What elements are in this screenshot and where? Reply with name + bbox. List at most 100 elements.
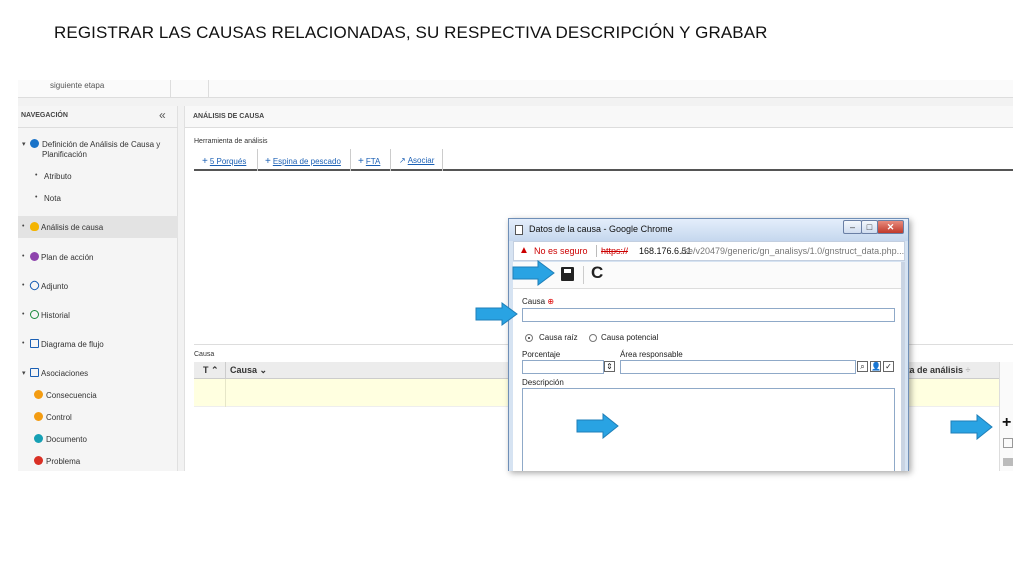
annotation-arrow-icon [512,260,555,286]
radio-label: Causa potencial [601,333,659,342]
percent-input[interactable] [522,360,604,374]
user-icon[interactable]: 👤 [870,361,881,372]
annotation-arrow-icon [475,302,518,326]
sidebar-item-label: Asociaciones [41,369,89,378]
tab-label: FTA [365,157,381,166]
divider [170,80,171,98]
sidebar-item-label: Control [46,413,72,422]
causa-field-label: Causa ⊕ [522,297,555,306]
causa-data-popup: Datos de la causa - Google Chrome – □ ✕ … [508,218,909,471]
popup-content: C Causa ⊕ Causa raíz Causa potencial Por… [513,262,905,471]
control-icon [34,412,43,421]
divider [583,266,584,284]
sidebar-item-asociaciones[interactable]: ▾ Asociaciones [18,368,178,381]
add-icon[interactable]: + [1002,415,1011,431]
causa-input[interactable] [522,308,895,322]
delete-icon[interactable] [1003,458,1013,466]
lightbulb-icon [30,222,39,231]
tab-5-porques[interactable]: +5 Porqués [194,149,258,171]
sidebar-item-label: Diagrama de flujo [41,340,104,349]
navigation-sidebar: NAVEGACIÓN « ▾ Definición de Análisis de… [18,106,178,471]
sidebar-item-historial[interactable]: • Historial [18,310,178,323]
edit-icon[interactable] [1003,438,1013,448]
consequence-icon [34,390,43,399]
collapse-icon[interactable]: « [159,108,166,122]
divider [225,362,226,379]
divider [596,245,597,257]
plus-icon: + [202,156,208,167]
tab-label: Espina de pescado [272,157,341,166]
problem-icon [34,456,43,465]
divider [225,379,226,407]
radio-label: Causa raíz [539,333,578,342]
refresh-icon[interactable]: C [591,263,603,283]
tab-fta[interactable]: + FTA [351,149,391,171]
top-strip: siguiente etapa [18,80,1013,98]
tool-label: Herramienta de análisis [194,138,268,145]
popup-titlebar: Datos de la causa - Google Chrome – □ ✕ [509,219,908,241]
bullet-icon: • [22,340,25,347]
area-input[interactable] [620,360,856,374]
annotation-arrow-icon [576,413,619,439]
expand-icon[interactable]: ▾ [22,369,26,377]
slide-title: REGISTRAR LAS CAUSAS RELACIONADAS, SU RE… [54,23,768,42]
associations-icon [30,368,39,377]
description-label: Descripción [522,378,564,387]
save-icon[interactable] [561,267,574,281]
search-icon[interactable]: ⌕ [857,361,868,372]
bullet-icon: • [35,194,38,201]
panel-header: ANÁLISIS DE CAUSA [185,106,1013,128]
sidebar-item-label: Adjunto [41,282,69,291]
panel-title: ANÁLISIS DE CAUSA [193,113,265,120]
external-link-icon: ↗ [399,156,406,165]
scrollbar[interactable] [901,262,905,471]
popup-title: Datos de la causa - Google Chrome [529,224,673,234]
column-header-tool[interactable]: nta de análisis ÷ [901,365,971,375]
bullet-icon: • [22,311,25,318]
radio-causa-potencial[interactable] [589,334,597,342]
sidebar-item-control[interactable]: Control [18,412,178,425]
sidebar-item-consecuencia[interactable]: Consecuencia [18,390,178,403]
close-button[interactable]: ✕ [877,220,904,234]
sidebar-item-label: Definición de Análisis de Causa y [42,140,161,149]
bullet-icon: • [22,223,25,230]
expand-icon[interactable]: ▾ [22,140,26,148]
sidebar-item-nota[interactable]: • Nota [18,194,178,206]
sidebar-item-problema[interactable]: Problema [18,456,178,469]
sidebar-item-atributo[interactable]: • Atributo [18,172,178,184]
column-header-type[interactable]: T ⌃ [203,365,219,376]
sidebar-item-adjunto[interactable]: • Adjunto [18,279,178,294]
bullet-icon: • [22,253,25,260]
sidebar-item-label: Historial [41,311,70,320]
tab-espina-pescado[interactable]: + Espina de pescado [258,149,351,171]
stepper-icon[interactable]: ⇕ [604,361,615,372]
area-label: Área responsable [620,350,683,359]
required-icon: ⊕ [547,297,555,306]
sidebar-item-label: Problema [46,457,81,466]
radio-causa-raiz[interactable] [525,334,533,342]
sidebar-item-definicion[interactable]: ▾ Definición de Análisis de Causa y Plan… [18,139,178,162]
warning-icon: ▲ [519,245,529,256]
column-header-causa[interactable]: Causa ⌄ [230,365,267,376]
sidebar-item-diagrama-flujo[interactable]: • Diagrama de flujo [18,339,178,352]
sidebar-item-label: Planificación [42,150,87,159]
analysis-tool-tabs: +5 Porqués + Espina de pescado + FTA ↗ Asoc… [194,149,1013,171]
sidebar-item-documento[interactable]: Documento [18,434,178,447]
clear-icon[interactable]: ✓ [883,361,894,372]
minimize-button[interactable]: – [843,220,862,234]
url-path: /se/v20479/generic/gn_analisys/1.0/gnstr… [681,246,905,256]
popup-toolbar: C [513,262,905,289]
sidebar-item-plan-accion[interactable]: • Plan de acción [18,252,178,265]
causa-grid-label: Causa [194,351,215,358]
annotation-arrow-icon [950,414,993,440]
divider [208,80,209,98]
sidebar-item-label: Consecuencia [46,391,97,400]
tab-asociar[interactable]: ↗ Asociar [391,149,443,171]
page-icon [515,225,523,235]
navigation-title: NAVEGACIÓN [21,112,68,119]
sidebar-item-label: Nota [44,194,61,203]
sidebar-item-analisis-causa[interactable]: • Análisis de causa [18,216,178,238]
address-bar[interactable]: ▲ No es seguro https:// 168.176.6.51 /se… [513,241,905,261]
cube-icon [30,252,39,261]
maximize-button[interactable]: □ [861,220,878,234]
